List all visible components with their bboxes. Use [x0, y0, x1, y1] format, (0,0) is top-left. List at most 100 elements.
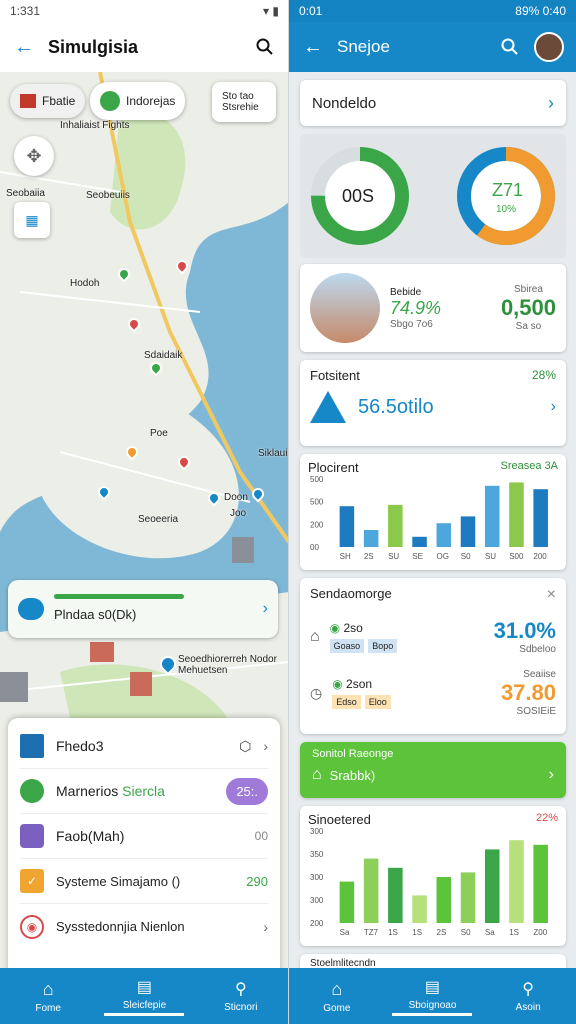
- card-title: Sendaomorge: [310, 586, 392, 601]
- chip-indorejas[interactable]: Indorejas: [90, 82, 186, 120]
- list-item-label: Sysstedonnjia Nienlon: [56, 919, 185, 934]
- y-tick-label: 200: [310, 520, 324, 529]
- stat-right: Sbirea 0,500 Sa so: [500, 284, 556, 332]
- bar: [509, 840, 524, 923]
- map-label: Seobaiia: [6, 188, 45, 199]
- stat-value-2: 37.80: [500, 680, 556, 705]
- chevron-right-icon: ›: [548, 92, 554, 113]
- check-icon: ✓: [20, 869, 44, 893]
- donut-1-value: 00S: [342, 186, 375, 206]
- search-icon: ⚲: [522, 981, 534, 998]
- list-item-label: Faob(Mah): [56, 828, 125, 844]
- chip-label: Sto tao Stsrehie: [222, 91, 259, 113]
- x-tick-label: OG: [437, 552, 449, 561]
- x-tick-label: SE: [412, 552, 423, 561]
- x-tick-label: 1S: [388, 928, 398, 937]
- search-icon[interactable]: [498, 35, 522, 59]
- ferment-card[interactable]: Fotsitent 28% 56.5otilo ›: [300, 360, 566, 446]
- nav-home[interactable]: ⌂ Fome: [8, 979, 88, 1014]
- location-block-2: ◉ 2son Edso Eloo: [332, 677, 491, 709]
- status-bar: 1:331 ▾ ▮: [0, 0, 289, 22]
- green-card-label: Srabbk): [329, 767, 376, 783]
- chart-badge: Sreasea 3A: [500, 460, 558, 472]
- bar: [460, 516, 476, 547]
- donut-2-sub: 10%: [496, 204, 517, 215]
- green-card-title: Sonitol Raeonge: [312, 748, 394, 760]
- x-tick-label: SU: [388, 552, 399, 561]
- y-tick-label: 300: [310, 896, 324, 905]
- map-label: Seobeuiis: [86, 190, 130, 201]
- bar: [436, 523, 452, 547]
- y-tick-label: 350: [310, 850, 324, 859]
- nav-search[interactable]: ⚲ Sticnori: [201, 979, 281, 1013]
- y-tick-label: 300: [310, 827, 324, 836]
- status-bar: 0:01 89% 0:40: [289, 0, 576, 22]
- bar: [533, 489, 548, 547]
- flag-icon: [20, 94, 36, 108]
- x-tick-label: Sa: [340, 928, 350, 937]
- leaf-icon: [20, 779, 44, 803]
- map-label: Sdaidaik: [144, 350, 183, 361]
- chip-fbatie[interactable]: Fbatie: [10, 84, 86, 118]
- stat-card[interactable]: Bebide 74.9% Sbgo 7o6 Sbirea 0,500 Sa so: [300, 264, 566, 352]
- list-item[interactable]: Faob(Mah) 00: [20, 814, 268, 859]
- bar: [339, 506, 355, 547]
- sailboat-icon: [310, 391, 346, 423]
- bottom-nav: ⌂ Gome ▤ Sboignoao ⚲ Asoin: [289, 968, 576, 1024]
- y-tick-label: 200: [310, 919, 324, 928]
- nav-card[interactable]: Nondeldo ›: [300, 80, 566, 126]
- map-label: Inhaliaist Fights: [60, 120, 130, 131]
- bar: [363, 530, 379, 547]
- list-item-label: Marnerios Siercla: [56, 783, 165, 799]
- home-icon: ⌂: [312, 766, 322, 783]
- compass-button[interactable]: ✥: [14, 136, 54, 176]
- status-battery: 89% 0:40: [515, 4, 566, 18]
- chevron-right-icon: ›: [263, 918, 268, 935]
- search-icon[interactable]: [253, 35, 277, 59]
- target-icon: ◉: [20, 914, 44, 939]
- donut-charts: [311, 147, 555, 245]
- y-tick-label: 500: [310, 498, 324, 507]
- layers-icon: ▦: [25, 211, 39, 228]
- chip-info[interactable]: Sto tao Stsrehie: [212, 82, 276, 122]
- list-item[interactable]: ◉ Sysstedonnjia Nienlon ›: [20, 904, 268, 949]
- bar-chart-2: 300 350 300 300 200 Sa TZ7 1S 1S 2S S0 Sa 1S Z00: [310, 827, 548, 937]
- list-item[interactable]: Fhedo3 ⬡ ›: [20, 724, 268, 769]
- back-arrow-icon[interactable]: ←: [12, 35, 36, 59]
- list-item-label: Systeme Simajamo (): [56, 873, 181, 889]
- bar: [484, 849, 500, 923]
- location-block-1: ◉ 2so Goaso Bopo: [329, 621, 484, 653]
- nav-home[interactable]: ⌂ Gome: [297, 979, 377, 1014]
- list-item-value: 00: [254, 829, 268, 843]
- nav-schedule[interactable]: ▤ Sleicfepie: [104, 977, 185, 1016]
- bar: [412, 895, 427, 923]
- card-value: 56.5otilo: [358, 395, 434, 418]
- bar-chart-1: 500 500 200 00 SH 2S SU SE OG S0 SU S00 200: [310, 475, 548, 561]
- x-tick-label: S00: [509, 552, 524, 561]
- chevron-right-icon: ›: [548, 766, 554, 783]
- nav-search[interactable]: ⚲ Asoin: [488, 979, 568, 1013]
- close-icon[interactable]: ×: [547, 586, 556, 604]
- green-action-card[interactable]: Sonitol Raeonge ⌂ Srabbk) ›: [300, 742, 566, 798]
- x-tick-label: 200: [533, 552, 547, 561]
- donut-2-value: Z71: [492, 180, 524, 200]
- avatar[interactable]: [534, 32, 564, 62]
- map-label: Doon: [224, 492, 248, 503]
- home-icon: ⌂: [310, 627, 320, 645]
- x-tick-label: TZ7: [364, 928, 379, 937]
- battery-icon: ▾ ▮: [263, 4, 279, 18]
- layers-button[interactable]: ▦: [14, 202, 50, 238]
- x-tick-label: 2S: [437, 928, 447, 937]
- list-item[interactable]: Marnerios Siercla 25:.: [20, 769, 268, 814]
- map-label: Seoedhiorerreh Nodor Mehuetsen: [178, 654, 277, 676]
- app-bar: ← Snejoe: [289, 22, 576, 72]
- back-arrow-icon[interactable]: ←: [301, 35, 325, 59]
- route-card[interactable]: Plndaa s0(Dk) ›: [8, 580, 278, 638]
- right-screen: 0:01 89% 0:40 ← Snejoe Nondeldo › 00S Z7…: [289, 0, 576, 1024]
- nav-schedule[interactable]: ▤ Sboignoao: [392, 977, 473, 1016]
- list-item[interactable]: ✓ Systeme Simajamo () 290: [20, 859, 268, 904]
- bar: [460, 872, 476, 923]
- route-progress-bar: [54, 594, 184, 599]
- x-tick-label: SU: [485, 552, 496, 561]
- chevron-right-icon: ›: [550, 398, 556, 415]
